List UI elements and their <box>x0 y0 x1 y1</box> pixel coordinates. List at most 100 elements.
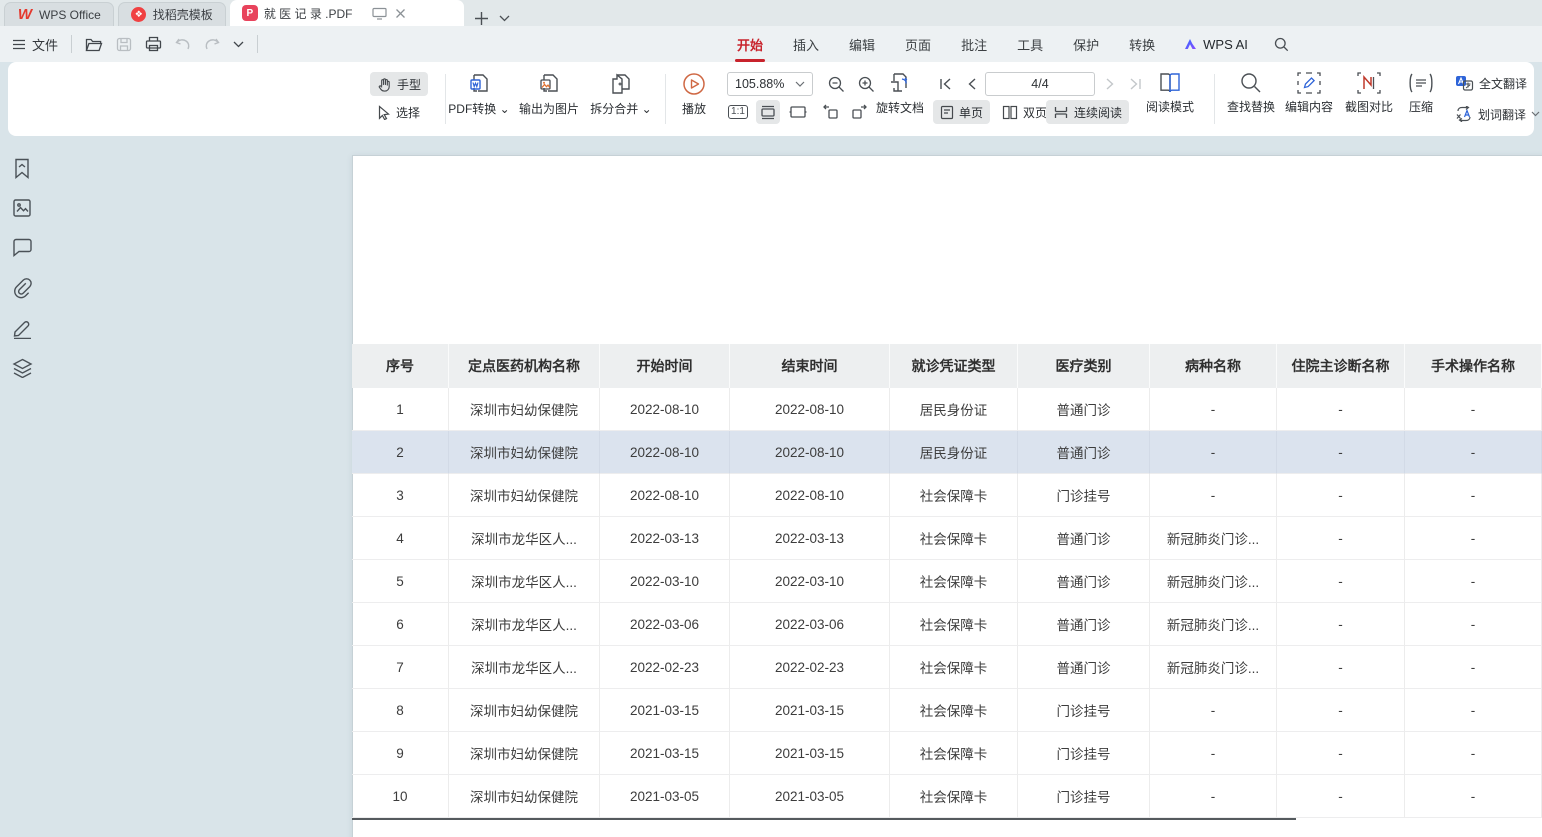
fit-page-button[interactable] <box>786 100 810 124</box>
table-cell: 社会保障卡 <box>890 517 1018 560</box>
tab-docer-templates[interactable]: ❖ 找稻壳模板 <box>118 2 226 26</box>
menu-item-tools[interactable]: 工具 <box>1015 31 1045 58</box>
menu-item-protect[interactable]: 保护 <box>1071 31 1101 58</box>
table-cell: 2022-08-10 <box>730 474 890 517</box>
zoom-out-button[interactable] <box>824 72 848 96</box>
tab-list-chevron-icon[interactable] <box>499 15 510 22</box>
attachment-icon[interactable] <box>12 278 33 299</box>
previous-page-button[interactable] <box>959 72 983 96</box>
menu-item-page[interactable]: 页面 <box>903 31 933 58</box>
next-page-button[interactable] <box>1098 72 1122 96</box>
table-row: 6深圳市龙华区人...2022-03-062022-03-06社会保障卡普通门诊… <box>352 603 1542 646</box>
wps-logo-icon: W <box>17 7 33 23</box>
rotate-document-label: 旋转文档 <box>876 99 924 116</box>
table-cell: - <box>1405 517 1542 560</box>
table-cell: - <box>1277 560 1405 603</box>
redo-icon[interactable] <box>204 37 220 51</box>
table-header-cell: 开始时间 <box>600 344 730 388</box>
screenshot-compare-button[interactable]: 截图对比 <box>1340 71 1398 115</box>
continuous-read-button[interactable]: 连续阅读 <box>1046 100 1129 124</box>
table-row: 3深圳市妇幼保健院2022-08-102022-08-10社会保障卡门诊挂号--… <box>352 474 1542 517</box>
table-row: 8深圳市妇幼保健院2021-03-152021-03-15社会保障卡门诊挂号--… <box>352 689 1542 732</box>
signature-pen-icon[interactable] <box>12 318 33 339</box>
table-cell: 1 <box>352 388 449 431</box>
table-header-cell: 结束时间 <box>730 344 890 388</box>
menu-item-convert[interactable]: 转换 <box>1127 31 1157 58</box>
ribbon-toolbar: 手型 选择 PDF转换 ⌄ 输出为图片 拆分合并 ⌄ 播放 105.88% 1:… <box>8 62 1534 136</box>
close-tab-icon[interactable] <box>395 8 406 19</box>
table-cell: 10 <box>352 775 449 818</box>
table-cell: - <box>1150 388 1277 431</box>
table-cell: 普通门诊 <box>1018 560 1150 603</box>
hand-tool-button[interactable]: 手型 <box>370 72 428 96</box>
play-label: 播放 <box>682 100 706 117</box>
table-cell: 社会保障卡 <box>890 603 1018 646</box>
hand-tool-label: 手型 <box>397 76 421 93</box>
menu-item-edit[interactable]: 编辑 <box>847 31 877 58</box>
table-header-cell: 医疗类别 <box>1018 344 1150 388</box>
print-icon[interactable] <box>145 36 162 52</box>
edit-content-button[interactable]: 编辑内容 <box>1280 71 1338 115</box>
compress-button[interactable]: 压缩 <box>1398 71 1444 115</box>
table-cell: 社会保障卡 <box>890 646 1018 689</box>
search-icon <box>1239 71 1263 95</box>
new-tab-icon[interactable] <box>474 11 489 26</box>
rotate-document-button[interactable]: 旋转文档 <box>860 70 940 116</box>
table-cell: 2022-08-10 <box>600 388 730 431</box>
first-page-button[interactable] <box>933 72 957 96</box>
play-button[interactable]: 播放 <box>651 71 737 117</box>
bookmark-icon[interactable] <box>12 158 33 179</box>
actual-size-button[interactable]: 1:1 <box>726 100 750 124</box>
menu-item-comment[interactable]: 批注 <box>959 31 989 58</box>
table-row: 1深圳市妇幼保健院2022-08-102022-08-10居民身份证普通门诊--… <box>352 388 1542 431</box>
zoom-level-value: 105.88% <box>735 77 784 91</box>
single-page-button[interactable]: 单页 <box>933 100 990 124</box>
table-cell: 门诊挂号 <box>1018 689 1150 732</box>
screen-share-icon[interactable] <box>372 7 387 20</box>
read-mode-button[interactable]: 阅读模式 <box>1138 71 1202 115</box>
left-panel-rail <box>0 136 44 837</box>
page-number-input[interactable]: 4/4 <box>985 72 1095 96</box>
save-icon[interactable] <box>116 37 132 52</box>
double-page-label: 双页 <box>1023 104 1047 121</box>
table-cell: - <box>1277 517 1405 560</box>
layers-icon[interactable] <box>12 358 33 379</box>
table-cell: 5 <box>352 560 449 603</box>
screenshot-compare-label: 截图对比 <box>1345 98 1393 115</box>
table-cell: 2022-02-23 <box>730 646 890 689</box>
table-cell: 居民身份证 <box>890 431 1018 474</box>
table-bottom-border <box>352 818 1296 820</box>
fit-width-button[interactable] <box>756 100 780 124</box>
quickbar-more-chevron-icon[interactable] <box>233 41 244 48</box>
menu-item-insert[interactable]: 插入 <box>791 31 821 58</box>
word-translate-button[interactable]: 划词翻译 <box>1448 102 1542 126</box>
table-cell: - <box>1405 388 1542 431</box>
full-translate-button[interactable]: 全文翻译 <box>1448 71 1534 95</box>
find-replace-button[interactable]: 查找替换 <box>1222 71 1280 115</box>
thumbnail-icon[interactable] <box>12 198 33 219</box>
table-cell: 2022-03-10 <box>730 560 890 603</box>
select-tool-button[interactable]: 选择 <box>370 100 427 124</box>
compress-label: 压缩 <box>1409 98 1433 115</box>
continuous-read-icon <box>1053 106 1069 119</box>
tab-wps-home[interactable]: W WPS Office <box>4 2 114 26</box>
file-menu-button[interactable]: 文件 <box>12 35 58 54</box>
open-file-icon[interactable] <box>85 37 103 52</box>
split-merge-icon <box>608 71 634 97</box>
tab-document-pdf[interactable]: P 就 医 记 录 .PDF <box>230 0 464 26</box>
menu-search-icon[interactable] <box>1274 37 1289 52</box>
medical-records-table: 序号定点医药机构名称开始时间结束时间就诊凭证类型医疗类别病种名称住院主诊断名称手… <box>352 344 1542 820</box>
menu-item-home[interactable]: 开始 <box>735 31 765 58</box>
table-cell: 深圳市妇幼保健院 <box>449 732 600 775</box>
table-cell: - <box>1405 732 1542 775</box>
wps-ai-button[interactable]: WPS AI <box>1183 37 1248 52</box>
table-cell: 2022-03-06 <box>600 603 730 646</box>
undo-icon[interactable] <box>175 37 191 51</box>
table-row: 4深圳市龙华区人...2022-03-132022-03-13社会保障卡普通门诊… <box>352 517 1542 560</box>
comment-icon[interactable] <box>12 238 33 259</box>
zoom-level-select[interactable]: 105.88% <box>727 72 813 96</box>
rotate-left-button[interactable] <box>818 100 842 124</box>
split-merge-label: 拆分合并 <box>590 102 638 116</box>
table-header-cell: 病种名称 <box>1150 344 1277 388</box>
chevron-down-icon <box>795 81 805 87</box>
